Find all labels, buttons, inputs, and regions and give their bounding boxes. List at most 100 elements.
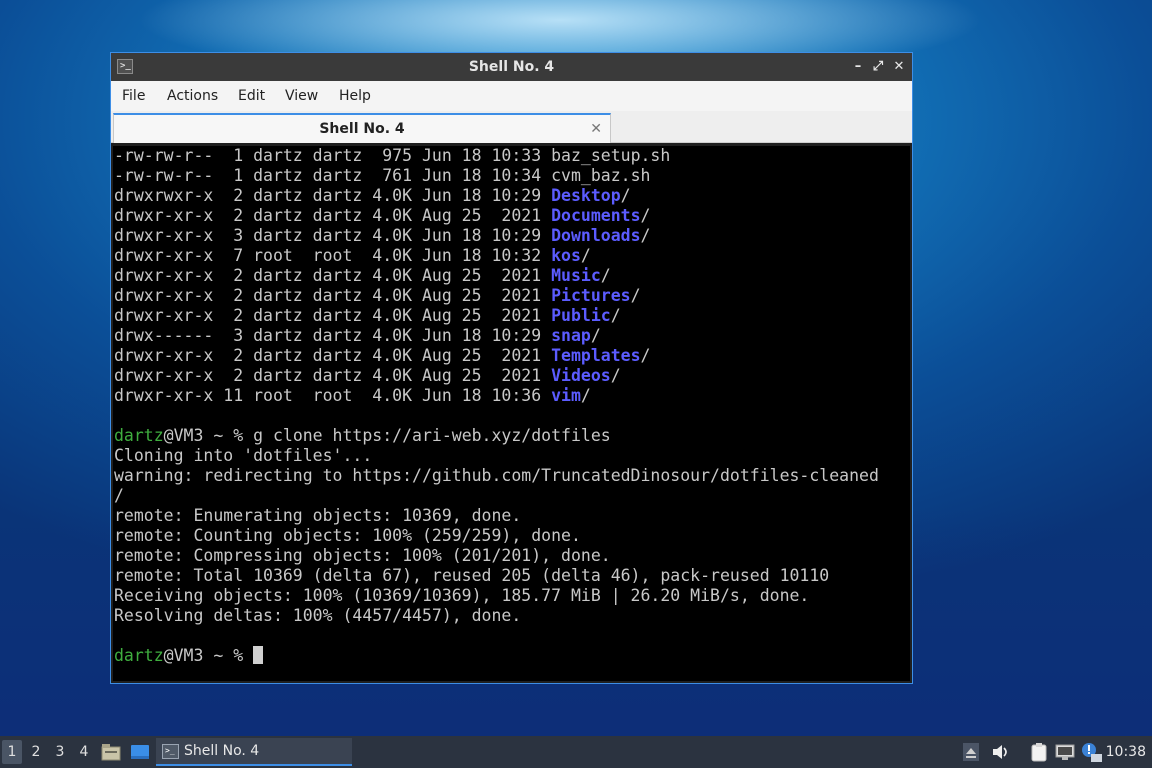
show-desktop-icon[interactable]	[130, 743, 150, 761]
listing-row: -rw-rw-r-- 1 dartz dartz 975 Jun 18 10:3…	[114, 146, 910, 166]
directory-name: Desktop	[551, 186, 621, 205]
directory-slash: /	[590, 326, 601, 345]
directory-slash: /	[640, 206, 651, 225]
clipboard-icon[interactable]	[1029, 742, 1049, 762]
menu-file[interactable]: File	[122, 81, 145, 111]
listing-row: drwxr-xr-x 2 dartz dartz 4.0K Aug 25 202…	[114, 286, 910, 306]
directory-name: Pictures	[551, 286, 631, 305]
listing-meta: drwxr-xr-x 2 dartz dartz 4.0K Aug 25 202…	[114, 366, 552, 385]
active-prompt-line[interactable]: dartz@VM3 ~ %	[114, 646, 910, 666]
file-name: baz_setup.sh	[551, 146, 671, 165]
workspace-4[interactable]: 4	[74, 740, 94, 764]
listing-meta: drwxr-xr-x 11 root root 4.0K Jun 18 10:3…	[114, 386, 552, 405]
window-title: Shell No. 4	[468, 59, 555, 75]
menu-view[interactable]: View	[285, 81, 318, 111]
volume-icon[interactable]	[991, 743, 1011, 761]
output-line: /	[114, 486, 124, 505]
menu-edit[interactable]: Edit	[238, 81, 265, 111]
task-button-shell[interactable]: >_ Shell No. 4	[156, 738, 352, 766]
directory-name: vim	[551, 386, 581, 405]
listing-row: drwxr-xr-x 2 dartz dartz 4.0K Aug 25 202…	[114, 266, 910, 286]
directory-slash: /	[610, 366, 621, 385]
output-line: Cloning into 'dotfiles'...	[114, 446, 373, 465]
output-line: remote: Compressing objects: 100% (201/2…	[114, 546, 611, 565]
directory-slash: /	[580, 386, 591, 405]
directory-name: Downloads	[551, 226, 641, 245]
listing-row: drwxr-xr-x 3 dartz dartz 4.0K Jun 18 10:…	[114, 226, 910, 246]
listing-row: drwxr-xr-x 7 root root 4.0K Jun 18 10:32…	[114, 246, 910, 266]
output-line: remote: Total 10369 (delta 67), reused 2…	[114, 566, 830, 585]
output-line: remote: Enumerating objects: 10369, done…	[114, 506, 522, 525]
listing-row: drwxr-xr-x 11 root root 4.0K Jun 18 10:3…	[114, 386, 910, 406]
terminal-window[interactable]: >_ Shell No. 4 – ⤢ ✕ File Actions Edit V…	[110, 52, 913, 684]
listing-row: drwxr-xr-x 2 dartz dartz 4.0K Aug 25 202…	[114, 206, 910, 226]
listing-row: drwxr-xr-x 2 dartz dartz 4.0K Aug 25 202…	[114, 306, 910, 326]
listing-meta: drwxr-xr-x 2 dartz dartz 4.0K Aug 25 202…	[114, 206, 552, 225]
listing-row: drwxrwxr-x 2 dartz dartz 4.0K Jun 18 10:…	[114, 186, 910, 206]
directory-name: Templates	[551, 346, 641, 365]
close-icon[interactable]: ✕	[890, 58, 908, 76]
listing-row: drwxr-xr-x 2 dartz dartz 4.0K Aug 25 202…	[114, 346, 910, 366]
update-notifier-icon[interactable]	[1081, 741, 1103, 763]
prompt-user: dartz	[114, 646, 164, 665]
listing-meta: drwxr-xr-x 2 dartz dartz 4.0K Aug 25 202…	[114, 266, 552, 285]
directory-name: Videos	[551, 366, 611, 385]
menu-actions[interactable]: Actions	[167, 81, 218, 111]
tab-close-icon[interactable]: ✕	[590, 117, 602, 141]
terminal-output[interactable]: -rw-rw-r-- 1 dartz dartz 975 Jun 18 10:3…	[113, 146, 910, 681]
maximize-icon[interactable]: ⤢	[869, 58, 887, 76]
directory-name: kos	[551, 246, 581, 265]
listing-meta: drwxr-xr-x 2 dartz dartz 4.0K Aug 25 202…	[114, 346, 552, 365]
command-output: Cloning into 'dotfiles'... warning: redir…	[114, 446, 910, 626]
directory-slash: /	[580, 246, 591, 265]
directory-name: Documents	[551, 206, 641, 225]
tab-label: Shell No. 4	[319, 121, 405, 137]
directory-slash: /	[640, 346, 651, 365]
listing-row: -rw-rw-r-- 1 dartz dartz 761 Jun 18 10:3…	[114, 166, 910, 186]
output-line: remote: Counting objects: 100% (259/259)…	[114, 526, 581, 545]
task-label: Shell No. 4	[184, 743, 260, 759]
output-line: Receiving objects: 100% (10369/10369), 1…	[114, 586, 810, 605]
listing-meta: drwx------ 3 dartz dartz 4.0K Jun 18 10:…	[114, 326, 552, 345]
listing-meta: drwxr-xr-x 3 dartz dartz 4.0K Jun 18 10:…	[114, 226, 552, 245]
listing-meta: drwxr-xr-x 2 dartz dartz 4.0K Aug 25 202…	[114, 306, 552, 325]
directory-slash: /	[600, 266, 611, 285]
listing-meta: drwxr-xr-x 7 root root 4.0K Jun 18 10:32	[114, 246, 552, 265]
minimize-icon[interactable]: –	[849, 58, 867, 76]
directory-name: Music	[551, 266, 601, 285]
listing-row: drwx------ 3 dartz dartz 4.0K Jun 18 10:…	[114, 326, 910, 346]
menubar: File Actions Edit View Help	[111, 81, 912, 111]
prompt-host: @VM3 ~ %	[163, 646, 254, 665]
listing-meta: -rw-rw-r-- 1 dartz dartz 761 Jun 18 10:3…	[114, 166, 552, 185]
prompt-host: @VM3 ~ %	[163, 426, 254, 445]
workspace-3[interactable]: 3	[50, 740, 70, 764]
window-titlebar[interactable]: >_ Shell No. 4 – ⤢ ✕	[111, 53, 912, 81]
workspace-1[interactable]: 1	[2, 740, 22, 764]
prompt-user: dartz	[114, 426, 164, 445]
directory-slash: /	[620, 186, 631, 205]
directory-slash: /	[610, 306, 621, 325]
output-line: warning: redirecting to https://github.c…	[114, 466, 879, 485]
listing-meta: drwxr-xr-x 2 dartz dartz 4.0K Aug 25 202…	[114, 286, 552, 305]
network-icon[interactable]	[1055, 743, 1075, 761]
tab-bar: Shell No. 4 ✕	[111, 111, 912, 143]
file-manager-icon[interactable]	[101, 743, 121, 761]
directory-slash: /	[640, 226, 651, 245]
listing-row: drwxr-xr-x 2 dartz dartz 4.0K Aug 25 202…	[114, 366, 910, 386]
directory-slash: /	[630, 286, 641, 305]
listing-meta: -rw-rw-r-- 1 dartz dartz 975 Jun 18 10:3…	[114, 146, 552, 165]
terminal-task-icon: >_	[162, 744, 179, 759]
clock[interactable]: 10:38	[1106, 736, 1146, 768]
file-name: cvm_baz.sh	[551, 166, 651, 185]
directory-name: Public	[551, 306, 611, 325]
command-line: dartz@VM3 ~ % g clone https://ari-web.xy…	[114, 426, 910, 446]
tab-shell[interactable]: Shell No. 4 ✕	[113, 113, 611, 143]
up-arrow-icon[interactable]	[963, 743, 979, 761]
menu-help[interactable]: Help	[339, 81, 371, 111]
text-cursor	[253, 646, 264, 664]
workspace-2[interactable]: 2	[26, 740, 46, 764]
command-text: g clone https://ari-web.xyz/dotfiles	[253, 426, 611, 445]
taskbar: 1 2 3 4 >_ Shell No. 4 10:38	[0, 736, 1152, 768]
